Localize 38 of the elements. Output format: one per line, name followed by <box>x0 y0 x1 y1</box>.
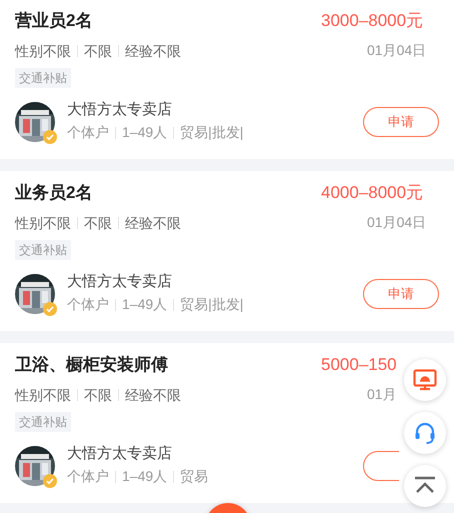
company-info: 1–49人 <box>122 467 168 486</box>
requirement: 不限 <box>84 214 112 232</box>
company-info: 个体户 <box>67 295 109 314</box>
company-info: 1–49人 <box>122 295 168 314</box>
salary: 3000–8000元 <box>321 11 424 30</box>
benefit-tag: 交通补贴 <box>15 240 71 260</box>
company-info: 1–49人 <box>122 123 168 142</box>
job-card[interactable]: 业务员2名 4000–8000元 性别不限 不限 经验不限 01月04日 交通补贴 大悟方太专卖店 个体户 1–49人 贸易|批发| 申请 <box>0 171 454 331</box>
company-info: 个体户 <box>67 467 109 486</box>
requirement: 经验不限 <box>125 42 181 60</box>
job-title: 营业员2名 <box>15 10 92 32</box>
job-title: 卫浴、橱柜安装师傅 <box>15 354 168 376</box>
job-card[interactable]: 卫浴、橱柜安装师傅 5000–150 性别不限 不限 经验不限 01月 交通补贴 大悟方太专卖店 个体户 1–49人 贸易 <box>0 343 454 503</box>
company-info: 贸易|批发| <box>180 123 244 142</box>
post-date: 01月04日 <box>367 214 426 230</box>
salary: 5000–150 <box>321 355 397 374</box>
requirement: 不限 <box>84 386 112 404</box>
company-name: 大悟方太专卖店 <box>67 272 172 292</box>
post-date: 01月04日 <box>367 42 426 58</box>
salary: 4000–8000元 <box>321 183 424 202</box>
company-name: 大悟方太专卖店 <box>67 100 172 120</box>
monitor-icon <box>413 369 437 391</box>
job-title: 业务员2名 <box>15 182 92 204</box>
requirement: 不限 <box>84 42 112 60</box>
post-date: 01月 <box>367 386 397 402</box>
requirement: 性别不限 <box>15 214 71 232</box>
company-name: 大悟方太专卖店 <box>67 444 172 464</box>
benefit-tag: 交通补贴 <box>15 68 71 88</box>
requirement: 性别不限 <box>15 386 71 404</box>
requirement: 经验不限 <box>125 214 181 232</box>
job-card[interactable]: 营业员2名 3000–8000元 性别不限 不限 经验不限 01月04日 交通补贴 大悟方太专卖店 个体户 1–49人 贸易|批发| 申请 <box>0 0 454 159</box>
company-info: 贸易 <box>180 467 208 486</box>
requirement: 性别不限 <box>15 42 71 60</box>
company-info: 贸易|批发| <box>180 295 244 314</box>
headset-icon <box>413 421 437 445</box>
benefit-tag: 交通补贴 <box>15 412 71 432</box>
requirement: 经验不限 <box>125 386 181 404</box>
company-info: 个体户 <box>67 123 109 142</box>
